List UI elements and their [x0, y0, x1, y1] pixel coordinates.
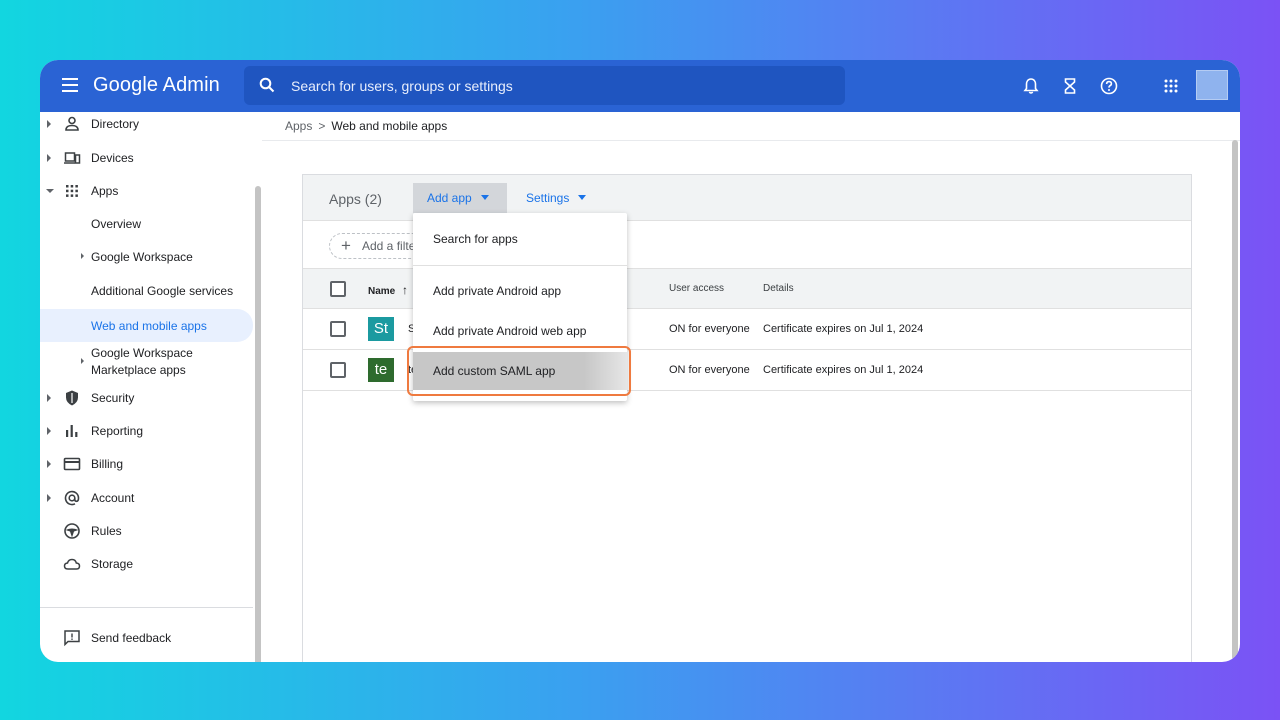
bar-chart-icon — [66, 425, 78, 437]
sidebar-scrollbar[interactable] — [255, 186, 261, 662]
sidebar-item-label: Billing — [91, 457, 124, 471]
apps-grid-icon[interactable] — [1160, 75, 1182, 97]
hourglass-icon[interactable] — [1059, 75, 1081, 97]
menu-item-search-apps[interactable]: Search for apps — [413, 220, 627, 258]
column-name-label: Name — [368, 286, 396, 297]
search-icon — [259, 77, 275, 93]
main-scrollbar[interactable] — [1232, 140, 1238, 660]
sidebar-item-label: Google Workspace — [91, 250, 193, 264]
add-app-menu: Search for apps Add private Android app … — [413, 213, 627, 401]
devices-icon — [64, 152, 81, 164]
sidebar-item-label: Rules — [91, 524, 122, 538]
settings-button[interactable]: Settings — [513, 183, 603, 213]
app-tile: St — [368, 317, 394, 341]
sidebar-item-security[interactable]: Security — [40, 383, 253, 413]
sidebar-item-label: Web and mobile apps — [91, 318, 207, 333]
column-header-details: Details — [763, 283, 794, 294]
shield-icon — [66, 390, 78, 406]
sidebar-item-label: Reporting — [91, 424, 144, 438]
menu-item-add-custom-saml-app[interactable]: Add custom SAML app — [413, 352, 627, 390]
search-input[interactable] — [291, 75, 831, 97]
add-app-label: Add app — [427, 191, 472, 205]
sidebar-item-reporting[interactable]: Reporting — [40, 416, 253, 446]
sidebar-item-label: Directory — [91, 117, 140, 131]
sidebar-item-label: Security — [91, 391, 135, 405]
column-header-name[interactable]: Name ↑ — [368, 283, 408, 297]
at-sign-icon — [64, 490, 80, 506]
sidebar-item-rules[interactable]: Rules — [40, 516, 253, 546]
sidebar-item-storage[interactable]: Storage — [40, 549, 253, 579]
sidebar-item-overview[interactable]: Overview — [40, 209, 253, 239]
menu-item-add-android-web-app[interactable]: Add private Android web app — [413, 312, 627, 350]
sidebar-item-label: Google Workspace — [91, 346, 193, 360]
add-app-button[interactable]: Add app — [413, 183, 507, 213]
brand-logo[interactable]: Google Admin — [93, 74, 220, 97]
avatar[interactable] — [1196, 70, 1228, 100]
cloud-icon — [63, 558, 81, 570]
sidebar-item-label: Overview — [91, 217, 142, 231]
sidebar-item-additional-services[interactable]: Additional Google services — [40, 276, 253, 306]
breadcrumb-divider — [262, 140, 1240, 141]
admin-window: Google Admin Search for users, groups or… — [40, 60, 1240, 662]
breadcrumb-separator: > — [318, 119, 326, 133]
feedback-icon — [64, 630, 80, 647]
sidebar-item-label: Storage — [91, 557, 134, 571]
sidebar-item-google-workspace[interactable]: Google Workspace — [40, 242, 253, 272]
send-feedback-button[interactable]: Send feedback — [40, 623, 253, 653]
row-checkbox[interactable] — [330, 321, 346, 337]
sort-arrow-icon: ↑ — [402, 283, 409, 297]
help-icon[interactable] — [1098, 75, 1120, 97]
dropdown-arrow-icon — [578, 195, 587, 200]
person-icon — [65, 116, 79, 131]
sidebar-item-billing[interactable]: Billing — [40, 449, 253, 479]
user-access-cell: ON for everyone — [669, 323, 750, 335]
sidebar: Directory Devices Apps Overview Google W… — [40, 112, 262, 662]
apps-count-title: Apps (2) — [329, 191, 382, 207]
plus-icon: + — [341, 236, 351, 255]
top-bar: Google Admin — [40, 60, 1240, 112]
breadcrumb: Apps > Web and mobile apps — [285, 119, 447, 133]
menu-divider — [413, 265, 627, 266]
breadcrumb-apps-link[interactable]: Apps — [285, 119, 312, 133]
row-checkbox[interactable] — [330, 362, 346, 378]
user-access-cell: ON for everyone — [669, 364, 750, 376]
sidebar-item-label: Additional Google services — [91, 284, 234, 298]
sidebar-item-label: Account — [91, 491, 135, 505]
sidebar-item-label: Devices — [91, 151, 134, 165]
sidebar-item-directory[interactable]: Directory — [40, 109, 253, 139]
breadcrumb-current: Web and mobile apps — [331, 119, 448, 133]
credit-card-icon — [63, 457, 81, 471]
sidebar-item-label: Send feedback — [91, 631, 172, 645]
sidebar-item-devices[interactable]: Devices — [40, 143, 253, 173]
menu-item-add-android-app[interactable]: Add private Android app — [413, 272, 627, 310]
app-tile: te — [368, 358, 394, 382]
add-filter-label: Add a filte — [362, 239, 416, 253]
steering-icon — [64, 523, 80, 539]
select-all-checkbox[interactable] — [330, 281, 346, 297]
sidebar-item-account[interactable]: Account — [40, 483, 253, 513]
sidebar-item-apps[interactable]: Apps — [40, 176, 253, 206]
column-header-access: User access — [669, 283, 725, 294]
sidebar-item-label: Marketplace apps — [91, 363, 186, 377]
menu-icon[interactable] — [62, 78, 78, 92]
details-cell: Certificate expires on Jul 1, 2024 — [763, 323, 924, 335]
dropdown-arrow-icon — [480, 195, 489, 200]
details-cell: Certificate expires on Jul 1, 2024 — [763, 364, 924, 376]
sidebar-item-marketplace-apps[interactable]: Google Workspace Marketplace apps — [40, 344, 253, 382]
apps-grid-icon — [66, 185, 78, 197]
settings-label: Settings — [526, 191, 570, 205]
sidebar-divider — [40, 607, 253, 608]
sidebar-item-web-mobile-apps[interactable]: Web and mobile apps — [40, 309, 253, 342]
sidebar-item-label: Apps — [91, 184, 119, 198]
search-box[interactable] — [244, 66, 845, 105]
notifications-icon[interactable] — [1020, 75, 1042, 97]
